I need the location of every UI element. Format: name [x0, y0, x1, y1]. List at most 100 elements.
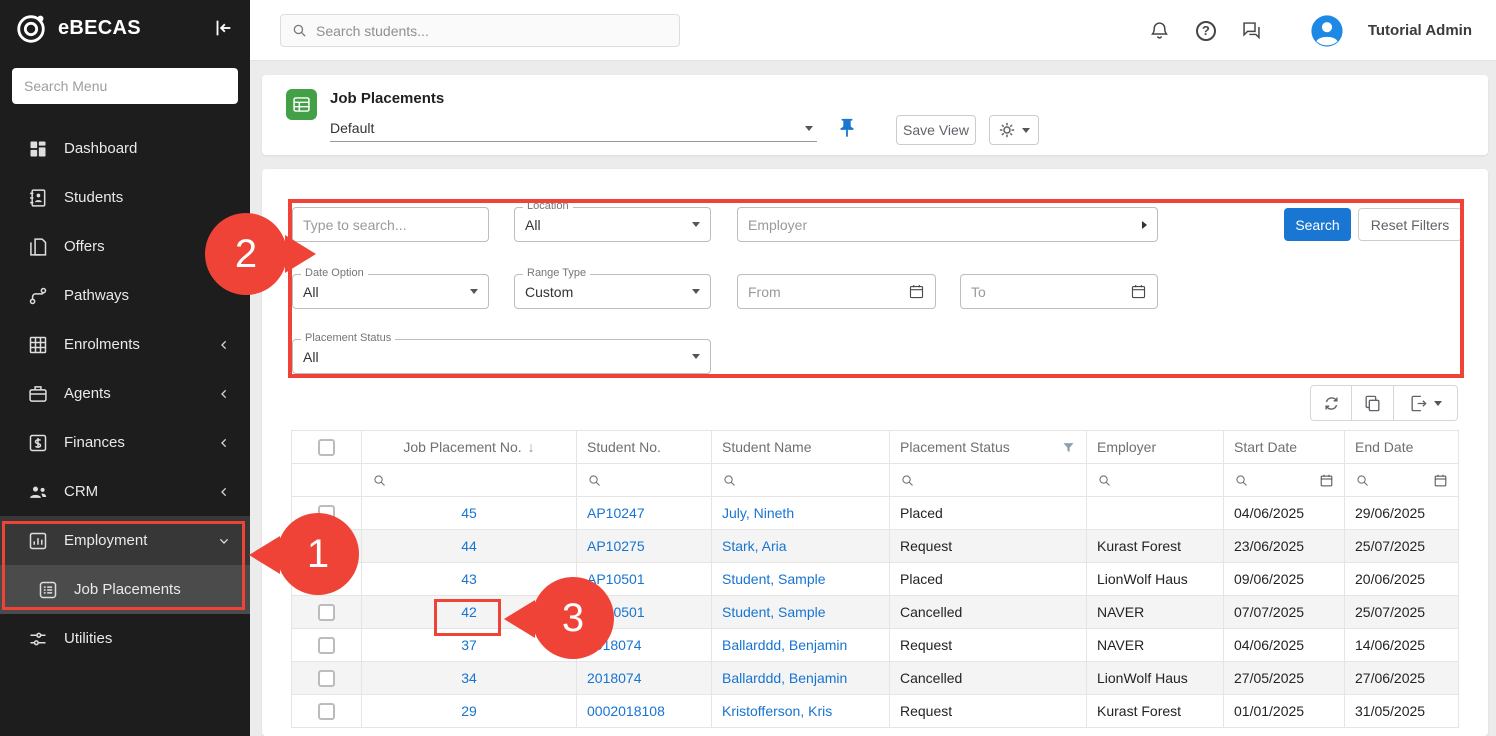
start-date-filter[interactable] [1224, 464, 1345, 497]
keyword-search-field[interactable] [292, 207, 489, 242]
to-date-input[interactable] [971, 284, 1130, 300]
status-filter[interactable] [890, 464, 1087, 497]
student-name-link[interactable]: Kristofferson, Kris [722, 703, 832, 719]
student-name-link[interactable]: Student, Sample [722, 604, 826, 620]
save-view-button[interactable]: Save View [896, 115, 976, 145]
keyword-search-input[interactable] [303, 217, 478, 233]
student-no-link[interactable]: AP10501 [587, 571, 645, 587]
column-header-student-no[interactable]: Student No. [577, 431, 712, 464]
employer-filter[interactable] [1087, 464, 1224, 497]
search-icon [1234, 473, 1249, 488]
column-header-start-date[interactable]: Start Date [1224, 431, 1345, 464]
placement-status-cell: Request [890, 695, 1087, 728]
sidebar-collapse-icon[interactable] [212, 17, 236, 41]
row-checkbox[interactable] [318, 703, 335, 720]
student-no-link[interactable]: AP10501 [587, 604, 645, 620]
student-name-filter[interactable] [712, 464, 890, 497]
sidebar-item-dashboard[interactable]: Dashboard [0, 124, 250, 173]
placement-status-cell: Request [890, 530, 1087, 563]
job-placements-icon [38, 580, 58, 600]
sidebar-item-crm[interactable]: CRM [0, 467, 250, 516]
search-button[interactable]: Search [1284, 208, 1351, 241]
sidebar-item-employment[interactable]: Employment [0, 516, 250, 565]
student-name-link[interactable]: July, Nineth [722, 505, 794, 521]
calendar-icon[interactable] [1130, 283, 1147, 300]
placement-status-cell: Cancelled [890, 662, 1087, 695]
filter-funnel-icon[interactable] [1061, 440, 1076, 455]
job-placement-no-link[interactable]: 37 [461, 637, 477, 653]
chevron-down-icon [805, 126, 813, 131]
job-placement-no-link[interactable]: 29 [461, 703, 477, 719]
user-name[interactable]: Tutorial Admin [1368, 22, 1472, 39]
chat-icon[interactable] [1240, 19, 1264, 43]
to-date-field[interactable] [960, 274, 1158, 309]
sidebar-search-input[interactable] [12, 68, 238, 104]
column-header-placement-status[interactable]: Placement Status [890, 431, 1087, 464]
reset-filters-button[interactable]: Reset Filters [1358, 208, 1462, 241]
sidebar-item-utilities[interactable]: Utilities [0, 614, 250, 663]
row-checkbox[interactable] [318, 670, 335, 687]
student-name-link[interactable]: Ballarddd, Benjamin [722, 670, 847, 686]
student-no-link[interactable]: 2018074 [587, 637, 642, 653]
sidebar-item-finances[interactable]: Finances [0, 418, 250, 467]
employer-input[interactable] [748, 217, 1142, 233]
column-header-employer[interactable]: Employer [1087, 431, 1224, 464]
row-checkbox[interactable] [318, 637, 335, 654]
student-no-filter[interactable] [577, 464, 712, 497]
copy-button[interactable] [1352, 385, 1394, 421]
student-no-link[interactable]: 2018074 [587, 670, 642, 686]
chevron-right-icon [1142, 221, 1147, 229]
student-name-link[interactable]: Student, Sample [722, 571, 826, 587]
student-name-link[interactable]: Ballarddd, Benjamin [722, 637, 847, 653]
notifications-icon[interactable] [1148, 19, 1172, 43]
column-header-end-date[interactable]: End Date [1345, 431, 1459, 464]
view-settings-button[interactable] [989, 115, 1039, 145]
row-checkbox[interactable] [318, 505, 335, 522]
from-date-input[interactable] [748, 284, 908, 300]
range-type-select[interactable]: Range Type Custom [514, 274, 711, 309]
select-all-checkbox[interactable] [318, 439, 335, 456]
view-select[interactable]: Default [330, 115, 817, 142]
job-placement-no-link[interactable]: 45 [461, 505, 477, 521]
placement-status-select[interactable]: Placement Status All [292, 339, 711, 374]
employer-field[interactable] [737, 207, 1158, 242]
row-checkbox[interactable] [318, 604, 335, 621]
user-avatar[interactable] [1310, 14, 1344, 48]
job-placement-no-link[interactable]: 42 [461, 604, 477, 620]
sidebar-menu: DashboardStudentsOffersPathwaysEnrolment… [0, 124, 250, 663]
student-no-link[interactable]: AP10247 [587, 505, 645, 521]
dashboard-icon [28, 139, 48, 159]
student-no-link[interactable]: 0002018108 [587, 703, 665, 719]
calendar-icon[interactable] [908, 283, 925, 300]
sidebar-item-agents[interactable]: Agents [0, 369, 250, 418]
pin-view-button[interactable] [836, 117, 858, 139]
end-date-filter[interactable] [1345, 464, 1459, 497]
student-search[interactable] [280, 14, 680, 47]
date-option-select[interactable]: Date Option All [292, 274, 489, 309]
refresh-button[interactable] [1310, 385, 1352, 421]
job-placement-no-link[interactable]: 44 [461, 538, 477, 554]
job-no-filter[interactable] [362, 464, 577, 497]
column-header-job-placement-no[interactable]: Job Placement No.↓ [362, 431, 577, 464]
table-row: 372018074Ballarddd, BenjaminRequestNAVER… [292, 629, 1459, 662]
student-no-link[interactable]: AP10275 [587, 538, 645, 554]
help-icon[interactable]: ? [1196, 21, 1216, 41]
location-select[interactable]: Location All [514, 207, 711, 242]
chevron-left-icon [216, 435, 232, 451]
student-search-input[interactable] [316, 23, 669, 39]
sidebar-item-offers[interactable]: Offers [0, 222, 250, 271]
from-date-field[interactable] [737, 274, 936, 309]
students-icon [28, 188, 48, 208]
sidebar-item-pathways[interactable]: Pathways [0, 271, 250, 320]
calendar-icon [1319, 473, 1334, 488]
sidebar-item-students[interactable]: Students [0, 173, 250, 222]
sidebar-item-job-placements[interactable]: Job Placements [0, 565, 250, 614]
row-checkbox[interactable] [318, 538, 335, 555]
sidebar-item-enrolments[interactable]: Enrolments [0, 320, 250, 369]
row-checkbox[interactable] [318, 571, 335, 588]
job-placement-no-link[interactable]: 43 [461, 571, 477, 587]
export-button[interactable] [1394, 385, 1458, 421]
student-name-link[interactable]: Stark, Aria [722, 538, 787, 554]
column-header-student-name[interactable]: Student Name [712, 431, 890, 464]
job-placement-no-link[interactable]: 34 [461, 670, 477, 686]
